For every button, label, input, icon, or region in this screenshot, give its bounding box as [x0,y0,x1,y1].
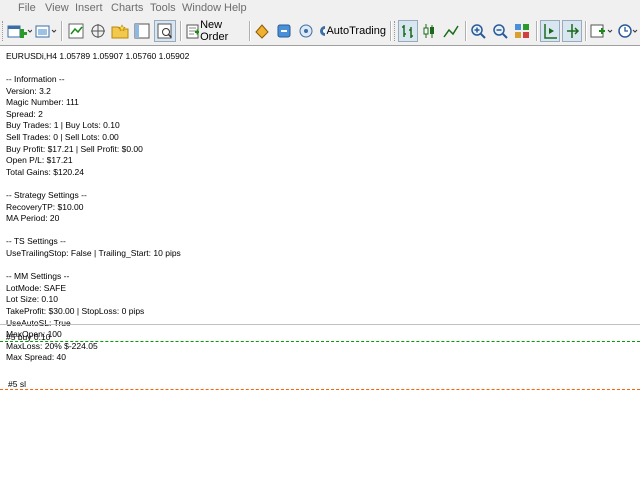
info-line: LotMode: SAFE [6,282,67,293]
info-line: RecoveryTP: $10.00 [6,201,84,212]
new-chart-icon [7,25,32,38]
info-line: TakeProfit: $30.00 | StopLoss: 0 pips [6,306,145,316]
toolbar-separator [585,21,587,41]
toolbar-separator [249,21,251,41]
menu-charts[interactable]: Charts [111,2,143,14]
zoom-out-button[interactable] [491,20,511,42]
new-order-button[interactable]: New Order [185,19,247,43]
navigator-button[interactable] [88,20,108,42]
grid-line [0,324,640,325]
info-line: Buy Trades: 1 | Buy Lots: 0.10 [6,120,120,131]
toolbar-separator [390,21,392,41]
profiles-icon [35,25,57,38]
menu-tools[interactable]: Tools [150,2,176,14]
autotrading-label: AutoTrading [326,25,386,37]
new-chart-button[interactable] [6,20,32,42]
chart-shift-icon [544,24,557,39]
metaeditor-icon [255,24,269,39]
chart-header: EURUSDi,H4 1.05789 1.05907 1.05760 1.059… [6,51,190,61]
folder-star-icon [111,24,129,39]
bar-chart-button[interactable] [398,20,418,42]
market-watch-button[interactable] [66,20,86,42]
metaeditor-button[interactable] [252,20,272,42]
info-line: Open P/L: $17.21 [6,155,73,166]
line-chart-icon [443,25,459,38]
buy-order-label: #5 buy 0.10 [6,332,51,342]
menu-help[interactable]: Help [224,2,247,14]
autotrading-icon [320,26,326,36]
main-toolbar: New Order AutoTrading [0,16,640,46]
info-line: Spread: 2 [6,108,43,119]
toolbar-separator [61,21,63,41]
info-line: -- TS Settings -- [6,236,66,247]
candlestick-icon [423,24,434,38]
info-line: Buy Profit: $17.21 | Sell Profit: $0.00 [6,143,143,154]
chart-window[interactable]: EURUSDi,H4 1.05789 1.05907 1.05760 1.059… [0,46,640,480]
strategy-tester-button[interactable] [154,20,176,42]
indicators-button[interactable] [589,20,615,42]
zoom-in-icon [471,24,486,39]
market-button[interactable] [274,20,294,42]
signals-icon [299,24,313,38]
terminal-icon [134,23,150,39]
tile-windows-icon [515,24,529,38]
toolbar-separator [536,21,538,41]
favorites-button[interactable] [110,20,130,42]
market-icon [277,24,291,38]
market-watch-icon [68,23,84,39]
chart-shift-button[interactable] [540,20,560,42]
toolbar-separator [180,21,182,41]
navigator-icon [91,24,105,38]
indicators-icon [590,24,613,38]
buy-order-line[interactable] [0,341,640,342]
menu-window[interactable]: Window [182,2,221,14]
info-line: MA Period: 20 [6,213,60,224]
info-line: UseTrailingStop: False | Trailing_Start:… [6,248,181,258]
magnifier-chart-icon [157,23,173,39]
tile-windows-button[interactable] [513,20,533,42]
info-line: Max Spread: 40 [6,352,67,363]
profiles-button[interactable] [34,20,58,42]
menu-file[interactable]: File [18,2,36,14]
auto-scroll-button[interactable] [562,20,582,42]
info-line: Lot Size: 0.10 [6,294,58,305]
info-line: Sell Trades: 0 | Sell Lots: 0.00 [6,132,119,142]
stop-loss-label: #5 sl [8,379,26,389]
candlestick-button[interactable] [420,20,440,42]
info-line: UseAutoSL: True [6,317,71,328]
zoom-in-button[interactable] [469,20,489,42]
info-line: MaxLoss: 20% $-224.05 [6,340,98,351]
line-chart-button[interactable] [442,20,462,42]
clock-icon [618,24,638,38]
auto-scroll-icon [567,24,580,38]
stop-loss-line[interactable] [0,389,640,390]
periods-button[interactable] [617,20,640,42]
menu-bar: File View Insert Charts Tools Window Hel… [0,0,640,16]
bar-chart-icon [402,25,413,38]
info-line: -- Strategy Settings -- [6,190,87,200]
info-line: -- Information -- [6,74,65,84]
new-order-icon [186,24,200,39]
menu-view[interactable]: View [45,2,69,14]
toolbar-separator [465,21,467,41]
terminal-button[interactable] [132,20,152,42]
info-line: -- MM Settings -- [6,271,70,282]
info-line: Total Gains: $120.24 [6,166,84,177]
menu-insert[interactable]: Insert [75,2,103,14]
zoom-out-icon [493,24,508,39]
signals-button[interactable] [296,20,316,42]
autotrading-button[interactable]: AutoTrading [318,20,386,42]
new-order-label: New Order [200,19,229,43]
info-line: Magic Number: 111 [6,97,79,108]
info-line: Version: 3.2 [6,85,51,96]
